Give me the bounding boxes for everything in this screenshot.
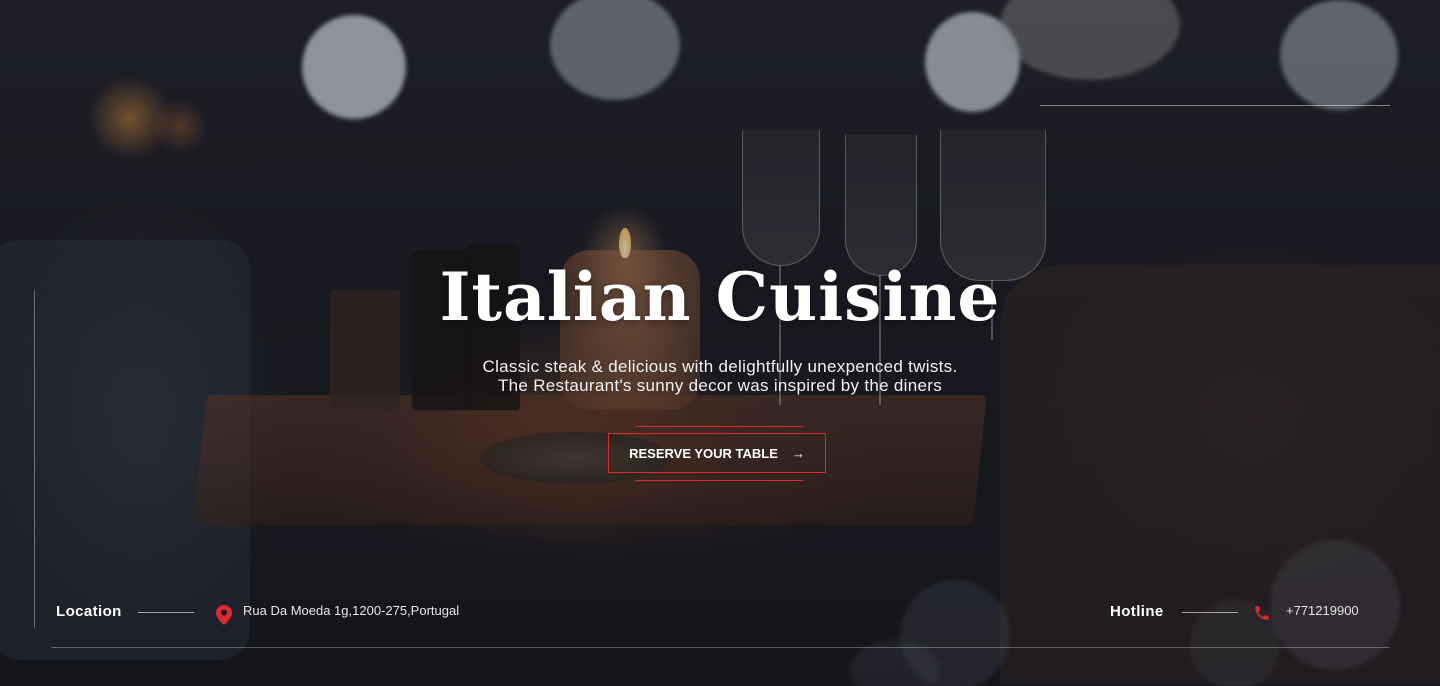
arrow-right-icon: → [791, 445, 805, 461]
map-pin-icon [215, 604, 233, 631]
location-address: Rua Da Moeda 1g,1200-275,Portugal [243, 603, 460, 618]
location-dash [138, 612, 194, 613]
top-divider [1040, 105, 1390, 106]
reserve-table-label: RESERVE YOUR TABLE [629, 445, 778, 461]
side-divider [34, 290, 35, 628]
hotline-dash [1182, 612, 1238, 613]
reserve-button-wrapper: RESERVE YOUR TABLE → [608, 426, 828, 482]
cta-decor-line-top [635, 426, 803, 427]
hero-subtitle-line1: Classic steak & delicious with delightfu… [482, 357, 958, 376]
cta-decor-line-bottom [635, 480, 803, 481]
hero-title: Italian Cuisine [439, 258, 1001, 336]
bottom-divider [51, 647, 1390, 648]
hotline-label: Hotline [1110, 603, 1164, 620]
phone-icon [1253, 604, 1271, 627]
hotline-number-link[interactable]: +771219900 [1286, 603, 1359, 618]
reserve-table-button[interactable]: RESERVE YOUR TABLE → [608, 433, 826, 473]
location-label: Location [56, 603, 122, 620]
hero-overlay [0, 0, 1440, 686]
hero-section [0, 0, 1440, 686]
hero-subtitle-line2: The Restaurant's sunny decor was inspire… [497, 376, 943, 395]
